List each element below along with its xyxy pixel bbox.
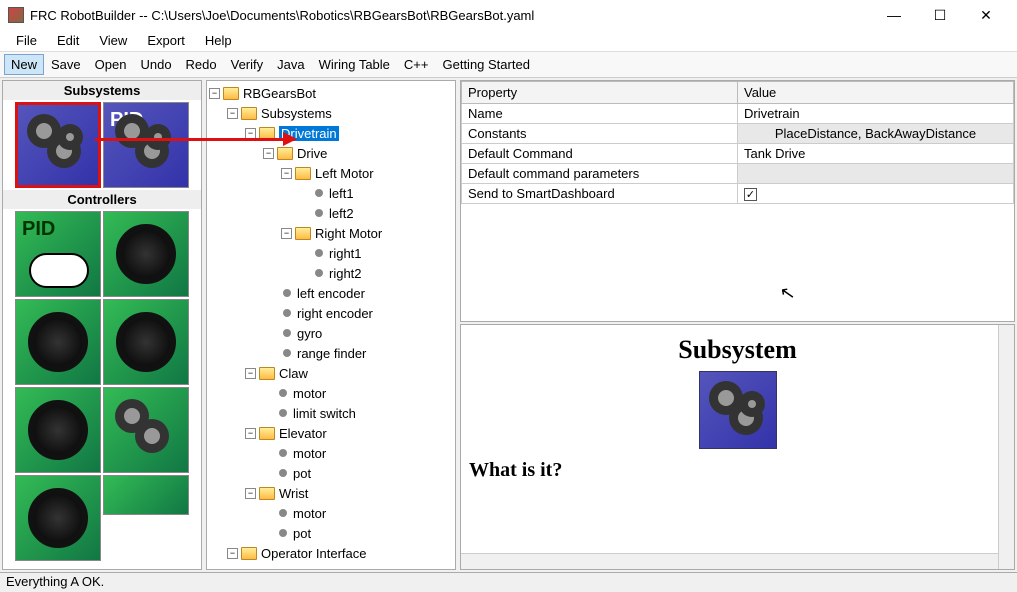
tree-row-right-motor[interactable]: −Right Motor [209, 223, 453, 243]
close-button[interactable]: ✕ [963, 0, 1009, 30]
annotation-arrow [95, 138, 295, 141]
tree-row-elevator[interactable]: −Elevator [209, 423, 453, 443]
palette-item-gear-1[interactable] [103, 387, 189, 473]
tree-row-drive[interactable]: −Drive [209, 143, 453, 163]
prop-row-default-params[interactable]: Default command parameters [462, 164, 1014, 184]
status-text: Everything A OK. [6, 574, 104, 589]
toolbar-save[interactable]: Save [44, 54, 88, 75]
toolbar-cpp[interactable]: C++ [397, 54, 436, 75]
tree-row-op-interface[interactable]: −Operator Interface [209, 543, 453, 563]
palette-item-motor-2[interactable] [15, 299, 101, 385]
palette-item-wheel-2[interactable] [15, 475, 101, 561]
tree-row-right1[interactable]: right1 [209, 243, 453, 263]
help-pane[interactable]: Subsystem What is it? [460, 324, 1015, 570]
toolbar: New Save Open Undo Redo Verify Java Wiri… [0, 52, 1017, 78]
tree-row-gyro[interactable]: gyro [209, 323, 453, 343]
tree-row-left-motor[interactable]: −Left Motor [209, 163, 453, 183]
prop-row-send-sd[interactable]: Send to SmartDashboard✓ [462, 184, 1014, 204]
palette-item-motor-3[interactable] [103, 299, 189, 385]
tree-row-right-encoder[interactable]: right encoder [209, 303, 453, 323]
menu-edit[interactable]: Edit [47, 31, 89, 50]
prop-row-constants[interactable]: ConstantsPlaceDistance, BackAwayDistance [462, 124, 1014, 144]
tree-row-elev-pot[interactable]: pot [209, 463, 453, 483]
prop-row-name[interactable]: NameDrivetrain [462, 104, 1014, 124]
tree-row-limit-switch[interactable]: limit switch [209, 403, 453, 423]
toolbar-java[interactable]: Java [270, 54, 311, 75]
palette-item-partial[interactable] [103, 475, 189, 515]
tree-row-right2[interactable]: right2 [209, 263, 453, 283]
tree-pane[interactable]: −RBGearsBot −Subsystems −Drivetrain −Dri… [206, 80, 456, 570]
prop-row-default-command[interactable]: Default CommandTank Drive [462, 144, 1014, 164]
tree-row-wrist[interactable]: −Wrist [209, 483, 453, 503]
tree-row-wrist-motor[interactable]: motor [209, 503, 453, 523]
app-icon [8, 7, 24, 23]
toolbar-redo[interactable]: Redo [179, 54, 224, 75]
palette-header-subsystems: Subsystems [3, 81, 201, 100]
tree-row-left-encoder[interactable]: left encoder [209, 283, 453, 303]
folder-icon [223, 87, 239, 100]
toolbar-verify[interactable]: Verify [224, 54, 271, 75]
palette-item-pid-subsystem[interactable]: PID [103, 102, 189, 188]
tree-row-elev-motor[interactable]: motor [209, 443, 453, 463]
property-pane: Property Value NameDrivetrain ConstantsP… [460, 80, 1015, 322]
toolbar-wiring-table[interactable]: Wiring Table [312, 54, 397, 75]
statusbar: Everything A OK. [0, 572, 1017, 592]
menu-file[interactable]: File [6, 31, 47, 50]
tree-row-root[interactable]: −RBGearsBot [209, 83, 453, 103]
tree-toggle[interactable]: − [209, 88, 220, 99]
tree-row-claw-motor[interactable]: motor [209, 383, 453, 403]
palette-header-controllers: Controllers [3, 190, 201, 209]
subsystem-icon [699, 371, 777, 449]
window-title: FRC RobotBuilder -- C:\Users\Joe\Documen… [30, 8, 871, 23]
palette-item-wheel-1[interactable] [15, 387, 101, 473]
tree-row-subsystems[interactable]: −Subsystems [209, 103, 453, 123]
palette-item-subsystem[interactable] [15, 102, 101, 188]
minimize-button[interactable]: — [871, 0, 917, 30]
help-title: Subsystem [469, 335, 1006, 365]
palette-item-pid-controller[interactable]: PID [15, 211, 101, 297]
titlebar: FRC RobotBuilder -- C:\Users\Joe\Documen… [0, 0, 1017, 30]
tree-row-claw[interactable]: −Claw [209, 363, 453, 383]
maximize-button[interactable]: ☐ [917, 0, 963, 30]
toolbar-getting-started[interactable]: Getting Started [435, 54, 536, 75]
menu-export[interactable]: Export [137, 31, 195, 50]
prop-header-property[interactable]: Property [462, 82, 738, 104]
scrollbar-horizontal[interactable] [461, 553, 998, 569]
menu-view[interactable]: View [89, 31, 137, 50]
tree-row-left2[interactable]: left2 [209, 203, 453, 223]
tree-row-wrist-pot[interactable]: pot [209, 523, 453, 543]
menu-help[interactable]: Help [195, 31, 242, 50]
scrollbar-vertical[interactable] [998, 325, 1014, 569]
palette-pane: Subsystems PID Controllers PID [2, 80, 202, 570]
toolbar-undo[interactable]: Undo [133, 54, 178, 75]
checkbox-icon[interactable]: ✓ [744, 188, 757, 201]
palette-item-motor-1[interactable] [103, 211, 189, 297]
tree-row-range-finder[interactable]: range finder [209, 343, 453, 363]
tree-row-left1[interactable]: left1 [209, 183, 453, 203]
help-section: What is it? [469, 459, 1006, 482]
prop-header-value[interactable]: Value [738, 82, 1014, 104]
toolbar-new[interactable]: New [4, 54, 44, 75]
toolbar-open[interactable]: Open [88, 54, 134, 75]
leaf-icon [315, 189, 323, 197]
menubar: File Edit View Export Help [0, 30, 1017, 52]
